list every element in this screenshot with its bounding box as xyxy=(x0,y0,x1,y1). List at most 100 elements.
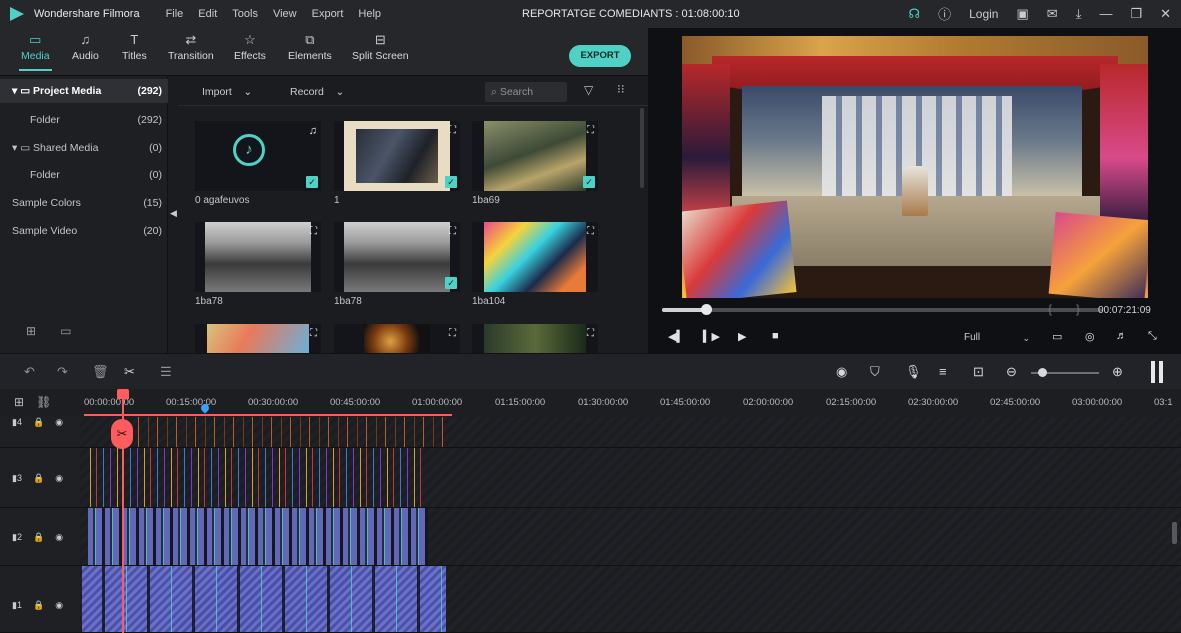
media-thumb[interactable]: ⛶ xyxy=(195,324,321,353)
preview-progress-bar[interactable] xyxy=(662,304,1102,315)
menu-edit[interactable]: Edit xyxy=(198,8,217,20)
lock-icon[interactable]: 🔒 xyxy=(33,417,44,428)
clip[interactable] xyxy=(82,566,446,632)
tab-effects[interactable]: ☆ Effects xyxy=(234,32,266,62)
mark-out-icon[interactable]: } xyxy=(1076,302,1080,316)
library-item-project-media[interactable]: ▾ ▭ Project Media (292) xyxy=(0,79,168,103)
playhead-handle[interactable] xyxy=(117,389,129,399)
import-dropdown[interactable]: Import ⌄ xyxy=(202,83,252,101)
stop-icon[interactable]: ■ xyxy=(772,330,779,342)
cut-scissors-icon[interactable]: ✂ xyxy=(124,364,135,380)
save-icon[interactable]: ▣ xyxy=(1016,6,1028,22)
timeline-panel-toggle-icon[interactable] xyxy=(1150,361,1164,383)
fit-timeline-icon[interactable]: ⊡ xyxy=(973,364,984,380)
timeline-ruler[interactable]: ⊞ ⛓ 00:00:00:00 00:15:00:00 00:30:00:00 … xyxy=(0,389,1181,417)
tab-titles[interactable]: T Titles xyxy=(122,32,147,62)
library-item-folder[interactable]: Folder (292) xyxy=(0,108,168,132)
headset-support-icon[interactable]: ☊ xyxy=(909,6,921,22)
add-track-icon[interactable]: ⊞ xyxy=(14,395,24,409)
download-icon[interactable]: ⤓ xyxy=(1076,6,1082,22)
progress-handle[interactable] xyxy=(701,304,712,315)
library-item-shared-media[interactable]: ▾ ▭ Shared Media (0) xyxy=(0,136,168,160)
snapshot-camera-icon[interactable]: ◎ xyxy=(1085,330,1095,343)
menu-tools[interactable]: Tools xyxy=(232,8,258,20)
media-thumb[interactable]: ⛶ ✓ xyxy=(334,121,460,191)
tab-split-screen[interactable]: ⊟ Split Screen xyxy=(352,32,409,62)
clip[interactable] xyxy=(84,448,424,507)
eye-icon[interactable]: ◉ xyxy=(55,532,63,543)
track-lane-4[interactable] xyxy=(80,417,1181,448)
lock-icon[interactable]: 🔒 xyxy=(33,473,44,484)
new-folder-icon[interactable]: ⊞ xyxy=(26,324,36,338)
menu-export[interactable]: Export xyxy=(312,8,344,20)
menu-view[interactable]: View xyxy=(273,8,297,20)
delete-icon[interactable]: 🗑 xyxy=(92,364,109,380)
display-icon[interactable]: ▭ xyxy=(1052,330,1062,343)
library-item-sample-video[interactable]: Sample Video (20) xyxy=(0,219,168,243)
marker-icon[interactable]: ⛉ xyxy=(870,364,880,380)
filter-icon[interactable]: ▽ xyxy=(584,83,593,97)
timeline-scrollbar[interactable] xyxy=(1172,522,1177,544)
collapse-panel-icon[interactable]: ◀ xyxy=(170,208,177,219)
render-icon[interactable]: ◉ xyxy=(836,364,847,380)
zoom-slider-handle[interactable] xyxy=(1038,368,1047,377)
info-icon[interactable]: ⓘ xyxy=(938,4,951,23)
tab-media[interactable]: ▭ Media xyxy=(19,32,52,71)
track-lane-2[interactable] xyxy=(80,508,1181,566)
work-area-range[interactable] xyxy=(84,414,452,416)
zoom-in-icon[interactable]: ⊕ xyxy=(1112,364,1123,380)
media-scrollbar[interactable] xyxy=(640,108,644,188)
volume-icon[interactable]: ♬ xyxy=(1116,330,1127,342)
previous-frame-icon[interactable]: ◀▍ xyxy=(668,330,685,343)
fullscreen-icon[interactable]: ⤡ xyxy=(1148,330,1157,343)
microphone-icon[interactable]: 🎙 xyxy=(905,364,922,380)
adjust-icon[interactable]: ☰ xyxy=(160,364,172,380)
export-button[interactable]: EXPORT xyxy=(569,45,631,67)
media-thumb[interactable]: ⛶ ✓ xyxy=(334,222,460,292)
zoom-out-icon[interactable]: ⊖ xyxy=(1006,364,1017,380)
undo-icon[interactable]: ↶ xyxy=(24,364,35,380)
menu-help[interactable]: Help xyxy=(358,8,381,20)
audio-mixer-icon[interactable]: ≡ xyxy=(939,364,947,379)
media-thumb[interactable]: ♪ ♫ ✓ xyxy=(195,121,321,191)
folder-icon[interactable]: ▭ xyxy=(60,324,71,338)
eye-icon[interactable]: ◉ xyxy=(55,417,63,428)
checkmark-icon: ✓ xyxy=(445,277,457,289)
mail-icon[interactable]: ✉ xyxy=(1047,6,1058,22)
eye-icon[interactable]: ◉ xyxy=(55,473,63,484)
split-scissors-icon[interactable]: ✂ xyxy=(111,419,133,449)
link-icon[interactable]: ⛓ xyxy=(36,395,51,409)
media-thumb[interactable]: ⛶ xyxy=(472,222,598,292)
tab-transition[interactable]: ⇄ Transition xyxy=(168,32,214,62)
record-dropdown[interactable]: Record ⌄ xyxy=(290,83,344,101)
track-lane-1[interactable] xyxy=(80,566,1181,633)
play-icon[interactable]: ▶ xyxy=(738,330,746,343)
preview-quality-select[interactable]: Full ⌄ xyxy=(960,328,1034,348)
redo-icon[interactable]: ↷ xyxy=(57,364,68,380)
library-item-sample-colors[interactable]: Sample Colors (15) xyxy=(0,191,168,215)
mark-in-icon[interactable]: { xyxy=(1048,302,1052,316)
minimize-button[interactable]: — xyxy=(1099,6,1112,21)
restore-button[interactable]: ❐ xyxy=(1130,6,1142,22)
clip[interactable] xyxy=(130,417,450,447)
library-item-shared-folder[interactable]: Folder (0) xyxy=(0,163,168,187)
clip[interactable] xyxy=(88,508,428,565)
media-thumb[interactable]: ⛶ xyxy=(472,324,598,353)
text-icon: T xyxy=(130,32,139,47)
track-lane-3[interactable] xyxy=(80,448,1181,508)
search-input[interactable]: ⌕ Search xyxy=(485,82,567,102)
media-thumb[interactable]: ⛶ xyxy=(334,324,460,353)
media-thumb[interactable]: ⛶ ✓ xyxy=(472,121,598,191)
eye-icon[interactable]: ◉ xyxy=(55,600,63,611)
search-icon: ⌕ xyxy=(491,86,497,98)
media-thumb[interactable]: ⛶ xyxy=(195,222,321,292)
login-link[interactable]: Login xyxy=(969,7,998,21)
tab-audio[interactable]: ♫ Audio xyxy=(72,32,99,62)
menu-file[interactable]: File xyxy=(166,8,184,20)
lock-icon[interactable]: 🔒 xyxy=(33,600,44,611)
lock-icon[interactable]: 🔒 xyxy=(33,532,44,543)
close-button[interactable]: ✕ xyxy=(1160,6,1171,22)
tab-elements[interactable]: ⧉ Elements xyxy=(288,32,332,62)
next-frame-icon[interactable]: ▍▶ xyxy=(703,330,720,343)
grid-view-icon[interactable]: ⁝⁝ xyxy=(617,82,625,96)
